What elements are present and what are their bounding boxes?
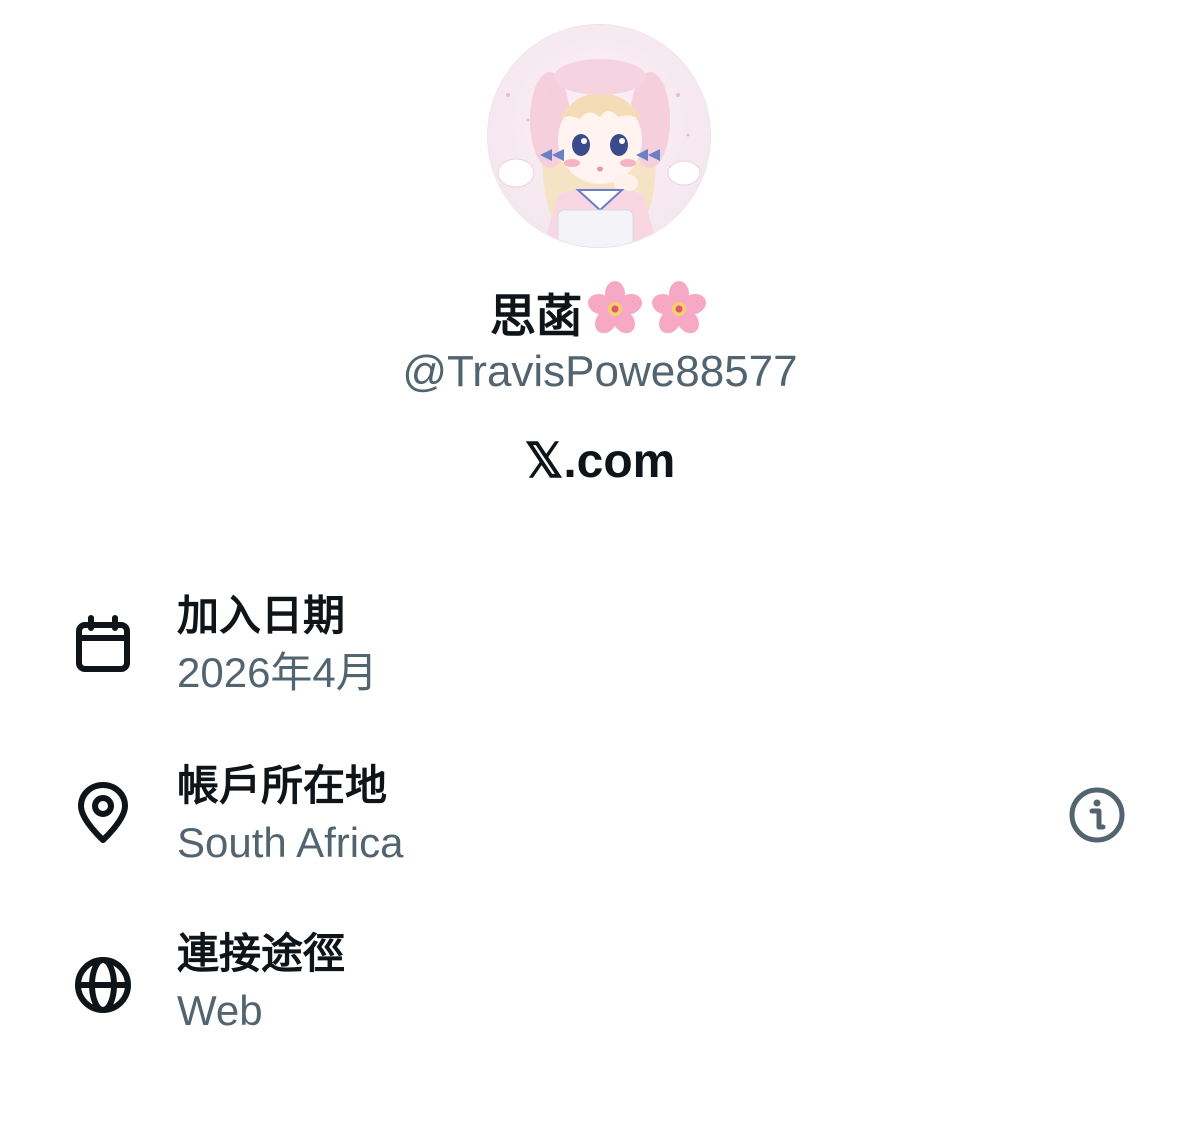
join-date-value: 2026年4月 — [177, 649, 378, 696]
about-row-account-location: 帳戶所在地 South Africa — [0, 758, 1200, 878]
connected-via-label: 連接途徑 — [177, 929, 346, 978]
calendar-icon — [72, 614, 134, 676]
account-location-label: 帳戶所在地 — [177, 761, 388, 810]
about-row-join-date: 加入日期 2026年4月 — [0, 588, 1200, 708]
location-pin-icon — [72, 782, 134, 844]
account-location-value: South Africa — [177, 819, 404, 866]
display-name: 思菡 — [490, 289, 582, 343]
globe-icon — [72, 954, 134, 1016]
info-icon[interactable] — [1066, 784, 1128, 846]
join-date-label: 加入日期 — [177, 591, 346, 640]
user-handle: @TravisPowe88577 — [402, 347, 798, 396]
profile-avatar[interactable] — [488, 25, 710, 247]
avatar-illustration — [488, 25, 710, 247]
about-row-connected-via: 連接途徑 Web — [0, 926, 1200, 1046]
platform-label: 𝕏.com — [524, 435, 676, 488]
connected-via-value: Web — [177, 987, 263, 1034]
